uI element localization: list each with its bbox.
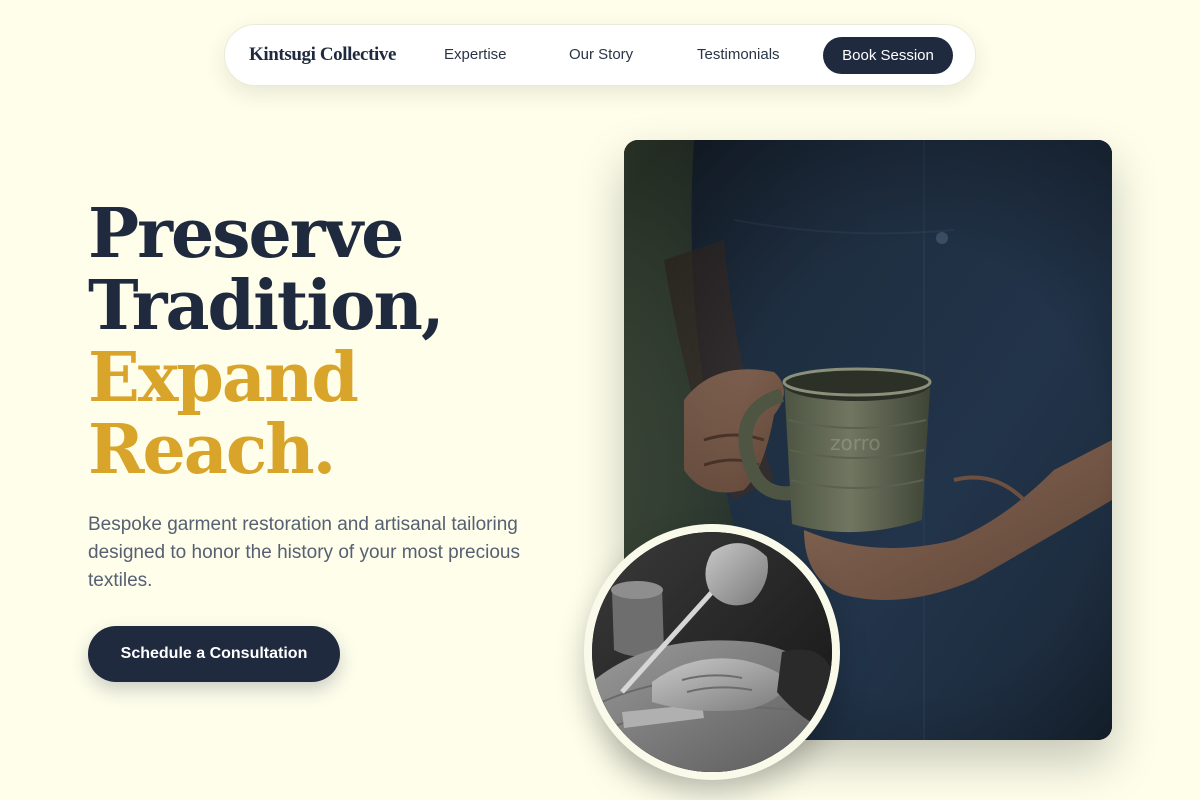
hero-headline: Preserve Tradition, Expand Reach. <box>88 198 568 486</box>
book-session-button[interactable]: Book Session <box>823 37 953 74</box>
top-navigation: Kintsugi Collective Expertise Our Story … <box>224 24 976 86</box>
headline-line-4: Reach. <box>88 410 336 490</box>
headline-line-3: Expand <box>88 338 359 418</box>
brand-logo[interactable]: Kintsugi Collective <box>249 44 396 66</box>
hero-subtitle: Bespoke garment restoration and artisana… <box>88 514 520 591</box>
nav-link-our-story[interactable]: Our Story <box>569 46 633 63</box>
nav-link-expertise[interactable]: Expertise <box>444 46 507 63</box>
nav-link-testimonials[interactable]: Testimonials <box>697 46 780 63</box>
schedule-consultation-button[interactable]: Schedule a Consultation <box>88 626 340 682</box>
inset-photo-wood-carving <box>584 524 840 780</box>
headline-line-2: Tradition, <box>88 266 445 346</box>
headline-line-1: Preserve <box>88 194 404 274</box>
